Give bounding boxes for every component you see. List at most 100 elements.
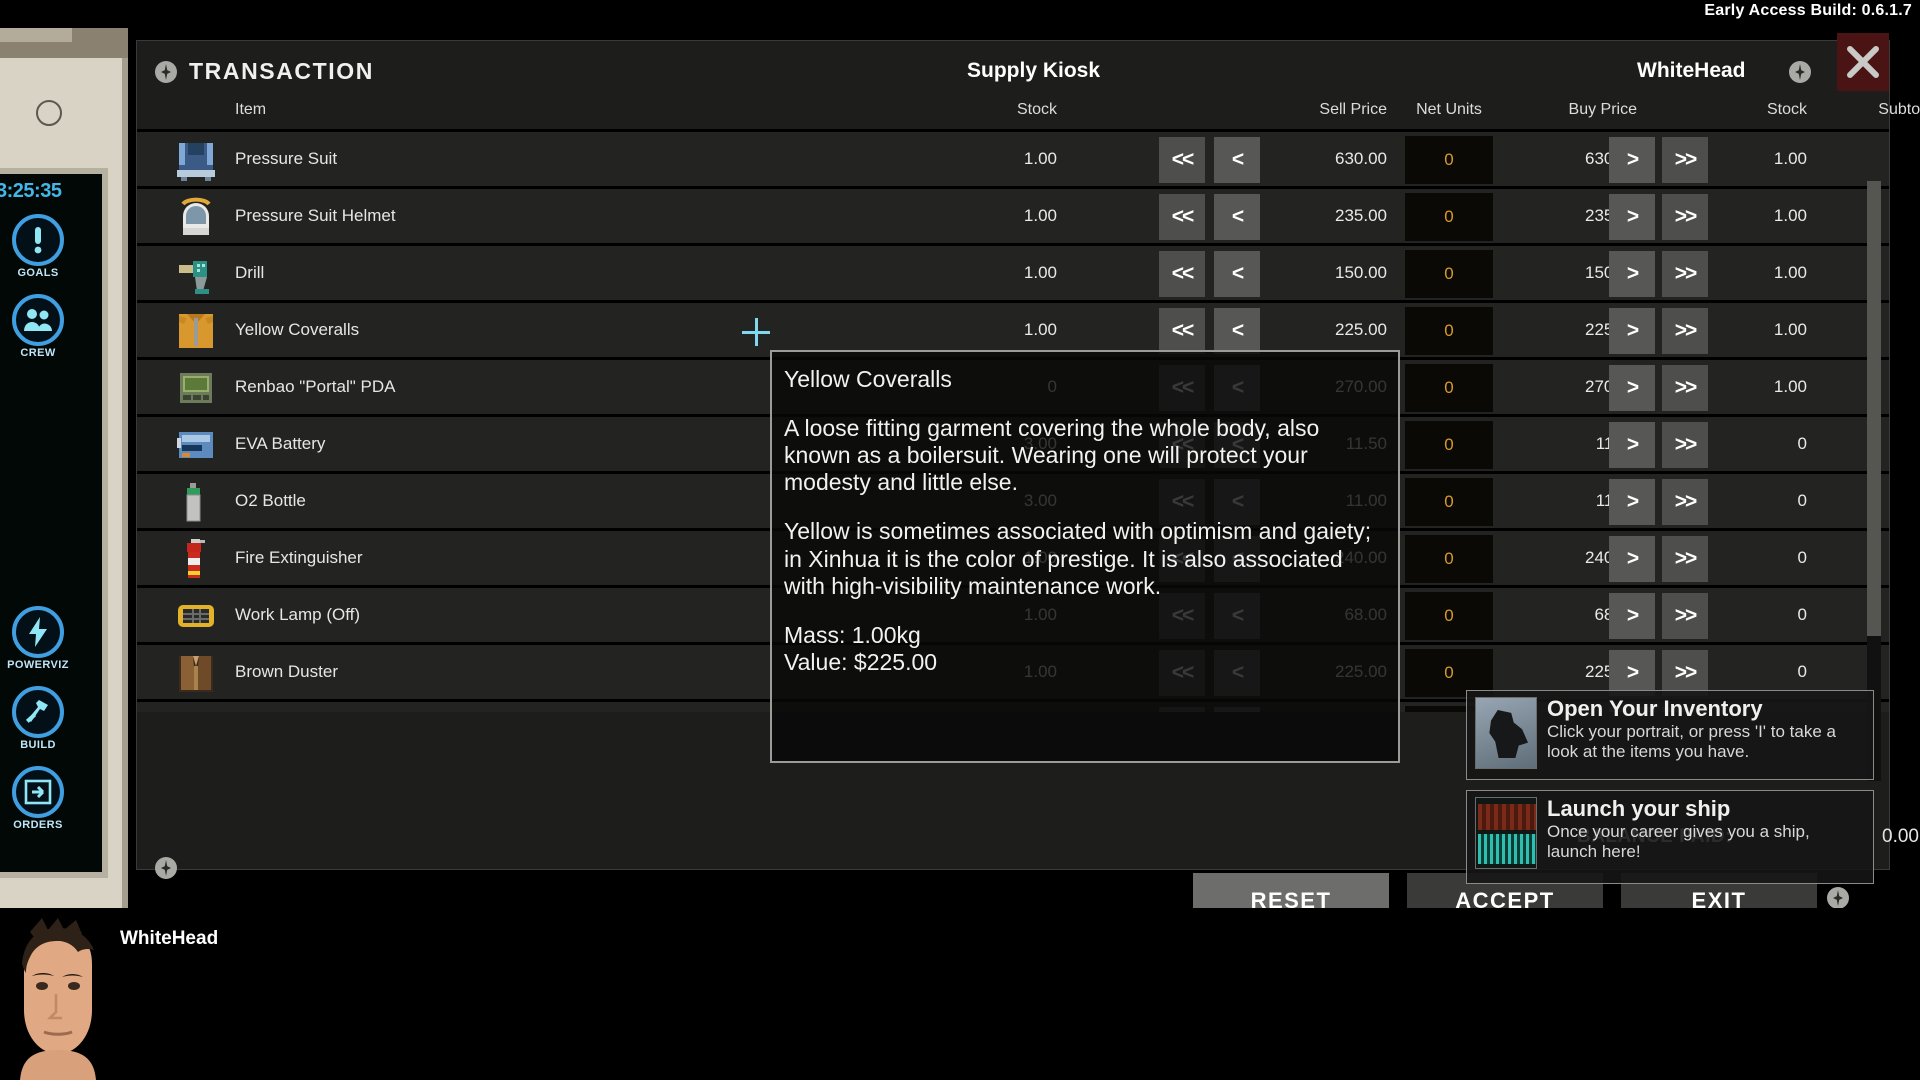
cell-sell-price: 630.00	[1335, 149, 1387, 168]
item-icon	[175, 481, 217, 523]
cell-stock-right: 1.00	[1773, 263, 1807, 282]
transfer-all-right-button[interactable]: >>	[1662, 308, 1708, 354]
transfer-one-left-button[interactable]: <	[1214, 137, 1260, 183]
table-row[interactable]: Pressure Suit1.00<<<630.000630.00>>>1.00…	[137, 132, 1889, 189]
transfer-one-right-button[interactable]: >	[1609, 308, 1655, 354]
col-header-stock-left: Stock	[1016, 101, 1057, 118]
hint-open-inventory[interactable]: Open Your Inventory Click your portrait,…	[1466, 690, 1874, 780]
transfer-all-right-button[interactable]: >>	[1662, 251, 1708, 297]
transfer-all-right-button[interactable]: >>	[1662, 194, 1708, 240]
item-icon	[175, 709, 217, 712]
item-name: Drill	[235, 263, 265, 282]
cell-stock-left: 1.00	[1023, 263, 1057, 282]
launch-thumb-icon	[1475, 797, 1537, 869]
character-name: WhiteHead	[120, 928, 219, 949]
avatar[interactable]	[6, 916, 110, 1080]
hint-description: Click your portrait, or press 'I' to tak…	[1547, 722, 1836, 762]
transfer-one-right-button[interactable]: >	[1609, 536, 1655, 582]
table-row[interactable]: Pressure Suit Helmet1.00<<<235.000235.00…	[137, 189, 1889, 246]
transfer-one-right-button[interactable]: >	[1609, 137, 1655, 183]
tooltip-description: A loose fitting garment covering the who…	[784, 415, 1320, 496]
hint-launch-ship[interactable]: Launch your ship Once your career gives …	[1466, 790, 1874, 884]
item-name: Pressure Suit	[235, 149, 338, 168]
transfer-one-right-button[interactable]: >	[1609, 251, 1655, 297]
sidebar-item-label: BUILD	[20, 739, 56, 751]
cell-stock-left: 1.00	[1023, 149, 1057, 168]
cell-net-units[interactable]: 0	[1405, 250, 1493, 298]
export-arrow-icon	[12, 766, 64, 818]
item-icon	[175, 595, 217, 637]
transfer-one-left-button[interactable]: <	[1214, 308, 1260, 354]
tooltip-value: Value: $225.00	[784, 648, 938, 675]
lightning-icon	[12, 606, 64, 658]
transfer-one-right-button[interactable]: >	[1609, 479, 1655, 525]
cell-net-units[interactable]: 0	[1405, 478, 1493, 526]
transfer-all-left-button[interactable]: <<	[1159, 308, 1205, 354]
transfer-one-right-button[interactable]: >	[1609, 422, 1655, 468]
transfer-all-right-button[interactable]: >>	[1662, 593, 1708, 639]
close-button[interactable]	[1837, 33, 1889, 91]
transfer-one-left-button[interactable]: <	[1214, 251, 1260, 297]
transfer-all-right-button[interactable]: >>	[1662, 479, 1708, 525]
col-header-net-units: Net Units	[1416, 101, 1482, 118]
transfer-all-left-button[interactable]: <<	[1159, 251, 1205, 297]
cell-net-units[interactable]: 0	[1405, 592, 1493, 640]
cell-net-units[interactable]: 0	[1405, 535, 1493, 583]
console-clock: 3:25:35	[0, 180, 62, 202]
transaction-header: TRANSACTION Supply Kiosk WhiteHead	[137, 33, 1889, 97]
cell-net-units[interactable]: 0	[1405, 421, 1493, 469]
tooltip-lore: Yellow is sometimes associated with opti…	[784, 518, 1372, 599]
scrollbar-thumb[interactable]	[1867, 181, 1881, 636]
ship-console-screen: 3:25:35 GOALS CREW POWERVIZ BUILD ORDERS	[0, 168, 108, 878]
tooltip-mass: Mass: 1.00kg	[784, 621, 921, 648]
sidebar-item-build[interactable]: BUILD	[2, 686, 74, 751]
item-icon	[175, 253, 217, 295]
sidebar-item-label: CREW	[20, 347, 56, 359]
transfer-all-right-button[interactable]: >>	[1662, 137, 1708, 183]
item-name: Pressure Suit Helmet	[235, 206, 396, 225]
sidebar-item-crew[interactable]: CREW	[2, 294, 74, 359]
item-icon	[175, 367, 217, 409]
cell-stock-left: 1.00	[1023, 320, 1057, 339]
cell-stock-right: 1.00	[1773, 149, 1807, 168]
transfer-one-left-button[interactable]: <	[1214, 194, 1260, 240]
hint-title: Open Your Inventory	[1547, 696, 1763, 721]
transfer-all-right-button[interactable]: >>	[1662, 422, 1708, 468]
cell-net-units[interactable]: 0	[1405, 364, 1493, 412]
col-header-item: Item	[235, 101, 267, 118]
transfer-one-right-button[interactable]: >	[1609, 194, 1655, 240]
cell-net-units[interactable]: 0	[1405, 193, 1493, 241]
item-name: Work Lamp (Off)	[235, 605, 361, 624]
item-icon	[175, 310, 217, 352]
game-screen: Early Access Build: 0.6.1.7 3:25:35 GOAL…	[0, 0, 1920, 1080]
cell-sell-price: 235.00	[1335, 206, 1387, 225]
item-tooltip: Yellow Coveralls A loose fitting garment…	[770, 350, 1400, 763]
ship-side-panel: 3:25:35 GOALS CREW POWERVIZ BUILD ORDERS	[0, 28, 128, 908]
gear-icon[interactable]	[155, 61, 177, 88]
transfer-all-right-button[interactable]: >>	[1662, 365, 1708, 411]
transfer-all-left-button[interactable]: <<	[1159, 194, 1205, 240]
sidebar-item-goals[interactable]: GOALS	[2, 214, 74, 279]
item-name: Renbao "Portal" PDA	[235, 377, 396, 396]
transfer-all-right-button[interactable]: >>	[1662, 536, 1708, 582]
table-row[interactable]: Drill1.00<<<150.000150.00>>>1.000.00	[137, 246, 1889, 303]
item-icon	[175, 652, 217, 694]
hammer-icon	[12, 686, 64, 738]
transfer-one-right-button[interactable]: >	[1609, 365, 1655, 411]
col-header-sell-price: Sell Price	[1319, 101, 1387, 118]
cell-net-units[interactable]: 0	[1405, 307, 1493, 355]
sidebar-item-label: ORDERS	[13, 819, 63, 831]
transfer-all-left-button[interactable]: <<	[1159, 137, 1205, 183]
transfer-one-right-button[interactable]: >	[1609, 593, 1655, 639]
item-icon	[175, 538, 217, 580]
build-version-label: Early Access Build: 0.6.1.7	[1704, 2, 1912, 19]
cell-net-units[interactable]: 0	[1405, 136, 1493, 184]
mouse-crosshair-cursor	[742, 318, 770, 346]
sidebar-item-orders[interactable]: ORDERS	[2, 766, 74, 831]
sidebar-item-powerviz[interactable]: POWERVIZ	[2, 606, 74, 671]
sidebar-item-label: GOALS	[17, 267, 59, 279]
cell-stock-right: 1.00	[1773, 377, 1807, 396]
gear-icon[interactable]	[1789, 61, 1811, 88]
ship-knob-decor	[36, 100, 62, 126]
item-name: Fire Extinguisher	[235, 548, 363, 567]
